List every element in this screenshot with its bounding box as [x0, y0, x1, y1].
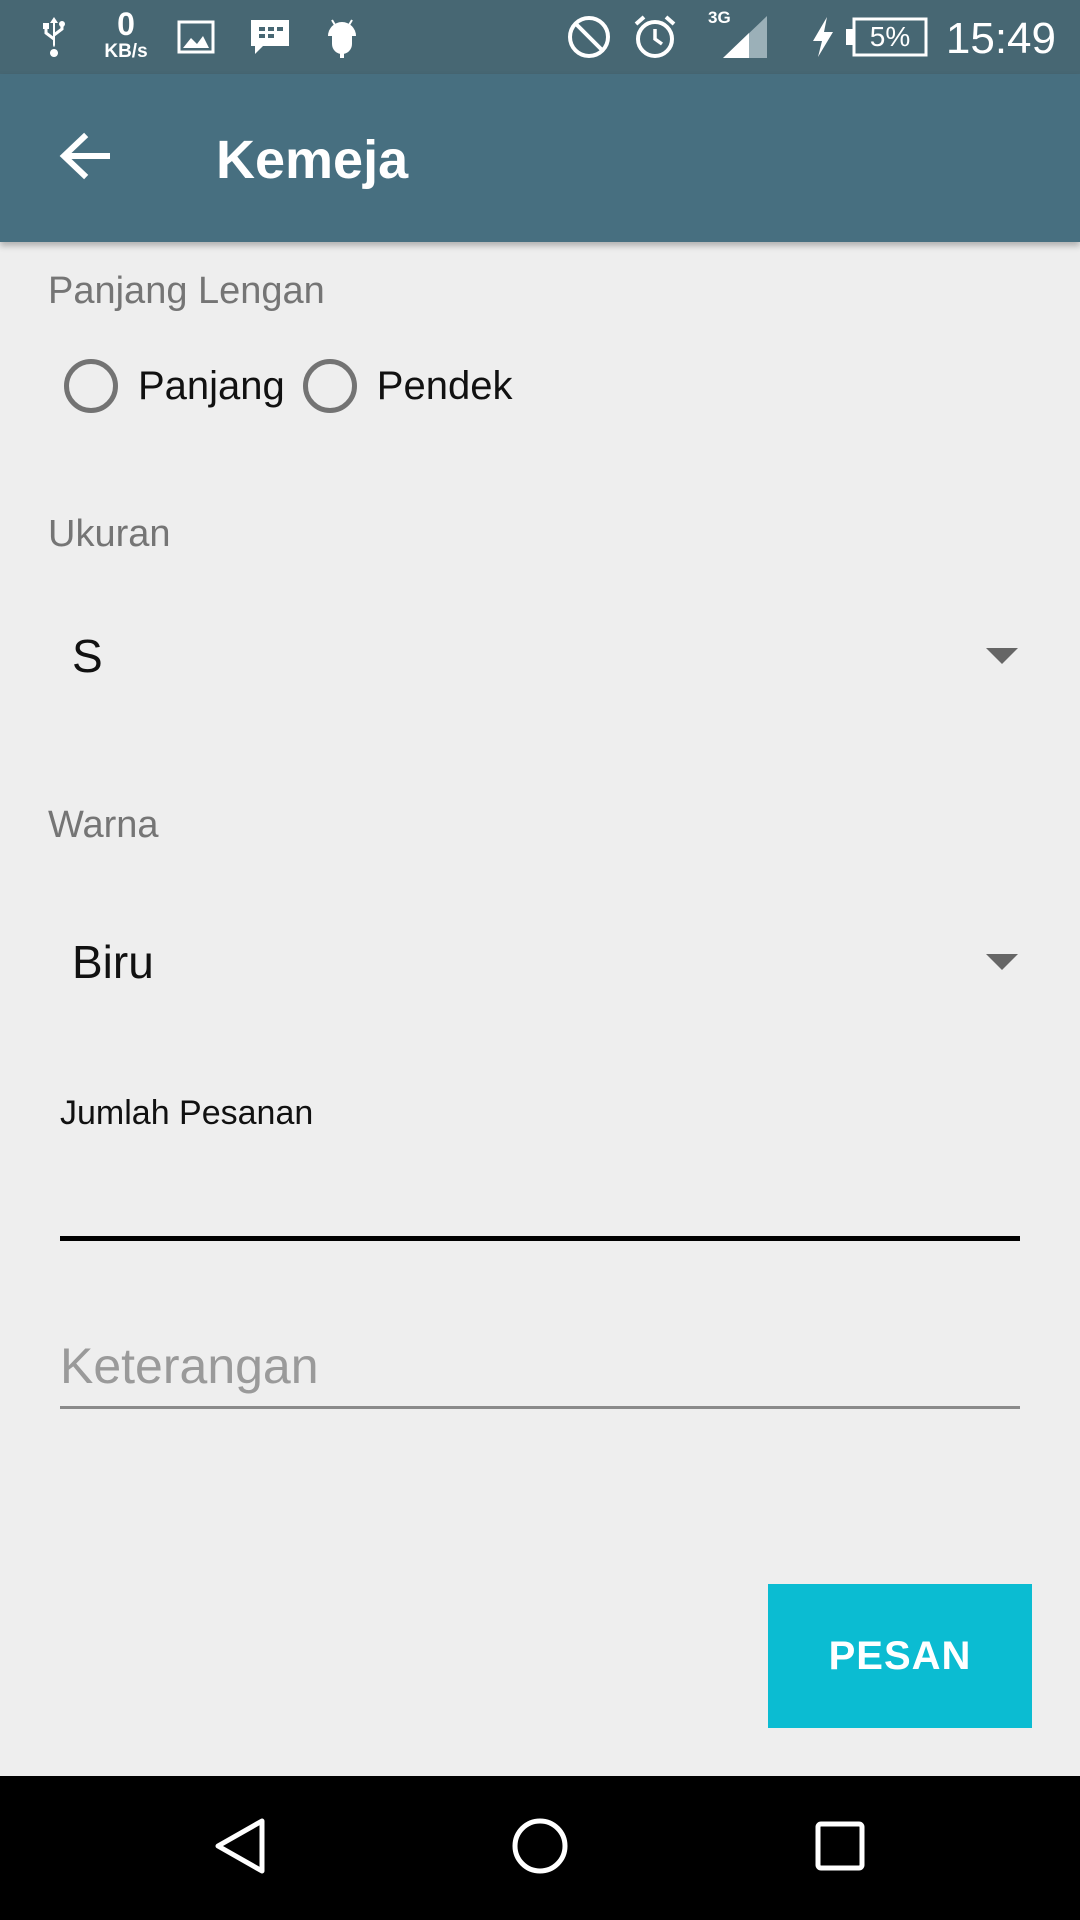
nav-recents-icon [814, 1820, 866, 1877]
note-input[interactable] [60, 1326, 1020, 1406]
usb-icon [36, 0, 72, 74]
quantity-input[interactable] [60, 1150, 1020, 1230]
radio-panjang[interactable]: Panjang [64, 359, 285, 413]
alarm-icon [632, 0, 678, 74]
dropdown-arrow-icon [986, 648, 1018, 664]
radio-panjang-label[interactable]: Panjang [138, 364, 285, 409]
sleeve-radio-group: Panjang Pendek [64, 352, 530, 420]
radio-pendek-label[interactable]: Pendek [377, 364, 513, 409]
status-bar: 0 KB/s 3G 5% 15:49 [0, 0, 1080, 74]
image-icon [176, 0, 216, 74]
color-dropdown[interactable]: Biru [48, 912, 1032, 1012]
nav-recents-button[interactable] [780, 1776, 900, 1920]
dropdown-arrow-icon [986, 954, 1018, 970]
clock: 15:49 [945, 14, 1056, 63]
size-dropdown[interactable]: S [48, 606, 1032, 706]
size-label: Ukuran [48, 513, 171, 555]
radio-button-unchecked-icon[interactable] [302, 359, 357, 413]
network-speed: 0 KB/s [104, 6, 148, 62]
charging-icon [808, 0, 838, 74]
radio-pendek[interactable]: Pendek [302, 359, 513, 413]
nav-back-button[interactable] [180, 1776, 300, 1920]
do-not-disturb-icon [566, 0, 612, 74]
signal-icon [720, 0, 770, 74]
quantity-underline [60, 1236, 1020, 1241]
size-selected-value: S [72, 630, 103, 682]
radio-button-unchecked-icon[interactable] [64, 359, 118, 413]
nav-back-icon [212, 1816, 268, 1881]
back-button[interactable] [44, 118, 124, 198]
bbm-icon [248, 0, 292, 74]
nav-home-icon [511, 1817, 569, 1880]
pesan-button[interactable]: PESAN [768, 1584, 1032, 1728]
sleeve-label: Panjang Lengan [48, 270, 325, 312]
page-title: Kemeja [216, 130, 409, 190]
note-underline [60, 1406, 1020, 1409]
app-bar: Kemeja [0, 74, 1080, 242]
quantity-label: Jumlah Pesanan [60, 1094, 314, 1132]
color-selected-value: Biru [72, 936, 154, 988]
android-icon [322, 0, 362, 74]
navigation-bar [0, 1776, 1080, 1920]
color-label: Warna [48, 804, 159, 846]
arrow-back-icon [58, 132, 111, 185]
battery-percent: 5% [869, 21, 911, 52]
nav-home-button[interactable] [480, 1776, 600, 1920]
